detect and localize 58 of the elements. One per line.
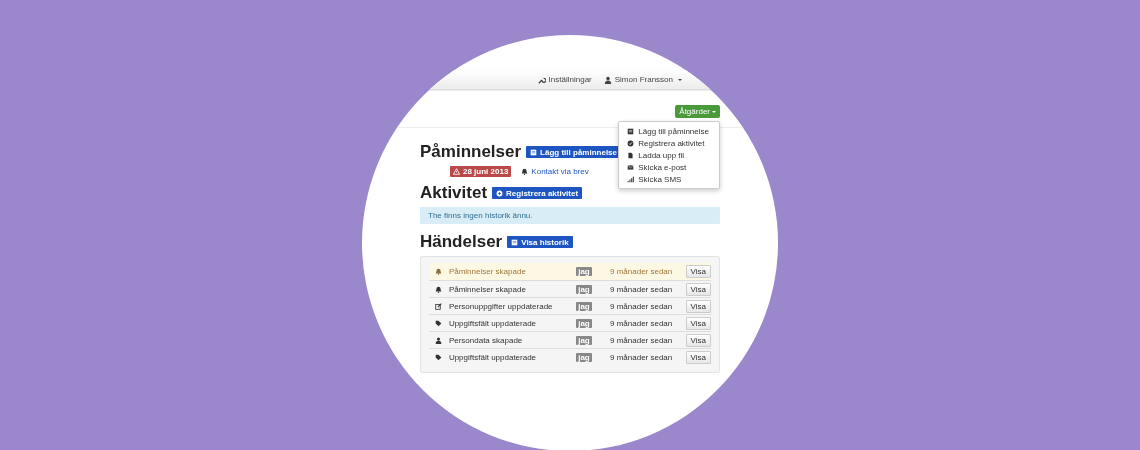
- list-icon: [627, 127, 635, 135]
- view-button[interactable]: Visa: [685, 350, 711, 364]
- user-tag: jag: [576, 318, 592, 328]
- nav-link[interactable]: Inställningar: [537, 75, 592, 84]
- nav-link[interactable]: Simon Fransson: [603, 75, 682, 84]
- bell-icon: [435, 268, 443, 275]
- menu-item[interactable]: Skicka e-post: [619, 161, 719, 173]
- view-button[interactable]: Visa: [685, 282, 711, 296]
- event-text: Persondata skapade: [448, 335, 524, 345]
- menu-item[interactable]: Skicka SMS: [619, 173, 719, 185]
- user-icon: [603, 75, 612, 84]
- tag-icon: [435, 319, 443, 327]
- user-tag: jag: [576, 335, 592, 345]
- event-text: Uppgiftsfält uppdaterade: [448, 318, 538, 328]
- show-history-button[interactable]: Visa historik: [507, 236, 573, 248]
- user-tag: jag: [576, 352, 592, 362]
- signal-bars-icon: [627, 175, 635, 183]
- list-icon: [530, 148, 538, 156]
- event-text: Uppgiftsfält uppdaterade: [448, 352, 538, 362]
- register-activity-button[interactable]: Registrera aktivitet: [492, 187, 583, 199]
- section-heading: Aktivitet: [420, 183, 488, 203]
- view-button[interactable]: Visa: [685, 265, 711, 278]
- actions-dropdown-button[interactable]: Åtgärder: [675, 105, 720, 118]
- event-text: Påminnelser skapade: [448, 284, 527, 294]
- event-time: 9 månader sedan: [610, 318, 674, 328]
- edit-icon: [435, 302, 443, 310]
- bell-icon: [521, 168, 529, 175]
- list-icon: [511, 238, 519, 246]
- info-alert: The finns ingen historik ännu.: [420, 207, 720, 224]
- contact-link[interactable]: Kontakt via brev: [531, 167, 589, 176]
- view-button[interactable]: Visa: [685, 333, 711, 347]
- envelope-icon: [627, 163, 635, 171]
- add-reminder-button[interactable]: Lägg till påminnelse: [526, 146, 621, 158]
- section-heading: Händelser: [420, 232, 503, 252]
- event-time: 9 månader sedan: [610, 335, 674, 345]
- file-icon: [627, 151, 635, 159]
- user-tag: jag: [576, 267, 592, 276]
- section-heading: Påminnelser: [420, 142, 522, 162]
- plus-icon: [496, 189, 504, 197]
- warning-icon: [453, 168, 460, 175]
- view-button[interactable]: Visa: [685, 299, 711, 313]
- tag-icon: [435, 353, 443, 361]
- user-tag: jag: [576, 284, 592, 294]
- event-time: 9 månader sedan: [610, 284, 674, 294]
- bell-icon: [435, 285, 443, 293]
- event-time: 9 månader sedan: [610, 301, 674, 311]
- user-icon: [435, 336, 443, 344]
- menu-item[interactable]: Lägg till påminnelse: [619, 125, 719, 137]
- date-badge: 28 juni 2013: [450, 166, 512, 177]
- menu-item[interactable]: Ladda upp fil: [619, 149, 719, 161]
- user-tag: jag: [576, 301, 592, 311]
- event-text: Påminnelser skapade: [448, 267, 527, 276]
- event-time: 9 månader sedan: [610, 267, 674, 276]
- menu-item[interactable]: Registrera aktivitet: [619, 137, 719, 149]
- view-button[interactable]: Visa: [685, 316, 711, 330]
- check-circle-icon: [627, 139, 635, 147]
- event-text: Personuppgifter uppdaterade: [448, 301, 554, 311]
- event-time: 9 månader sedan: [610, 352, 674, 362]
